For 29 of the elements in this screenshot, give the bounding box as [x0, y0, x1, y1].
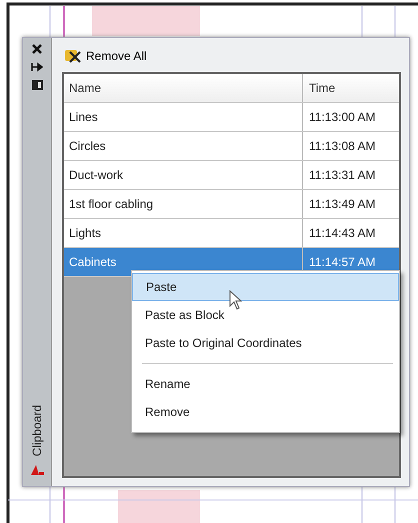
menu-item[interactable]: Paste to Original Coordinates — [132, 329, 399, 357]
item-time: 11:14:57 AM — [308, 255, 376, 269]
item-name: Lines — [64, 103, 303, 131]
mouse-pointer-icon — [229, 290, 243, 310]
item-name: Circles — [64, 132, 303, 160]
palette-title: Clipboard — [30, 404, 44, 456]
item-time: 11:13:08 AM — [308, 139, 376, 153]
item-time: 11:13:49 AM — [308, 197, 376, 211]
menu-item[interactable]: Paste — [132, 273, 399, 301]
menu-item[interactable]: Remove — [132, 398, 399, 426]
item-name: 1st floor cabling — [64, 190, 303, 218]
list-row[interactable]: Circles 11:13:08 AM — [64, 132, 399, 161]
item-name: Lights — [64, 219, 303, 247]
column-header[interactable]: Time — [303, 81, 399, 95]
list-row[interactable]: 1st floor cabling 11:13:49 AM — [64, 190, 399, 219]
list-row[interactable]: Lights 11:14:43 AM — [64, 219, 399, 248]
app-logo-icon[interactable] — [30, 464, 44, 476]
column-header[interactable]: Name — [64, 74, 303, 102]
menu-item[interactable]: Paste as Block — [132, 301, 399, 329]
item-time: 11:14:43 AM — [308, 226, 376, 240]
item-name: Duct-work — [64, 161, 303, 189]
list-row[interactable]: Lines 11:13:00 AM — [64, 103, 399, 132]
properties-icon[interactable] — [32, 80, 42, 90]
menu-item[interactable]: Rename — [132, 370, 399, 398]
remove-all-button[interactable]: Remove All — [62, 46, 149, 66]
item-time: 11:13:31 AM — [308, 168, 376, 182]
close-icon[interactable] — [32, 44, 42, 54]
list-row[interactable]: Duct-work 11:13:31 AM — [64, 161, 399, 190]
item-time: 11:13:00 AM — [308, 110, 376, 124]
